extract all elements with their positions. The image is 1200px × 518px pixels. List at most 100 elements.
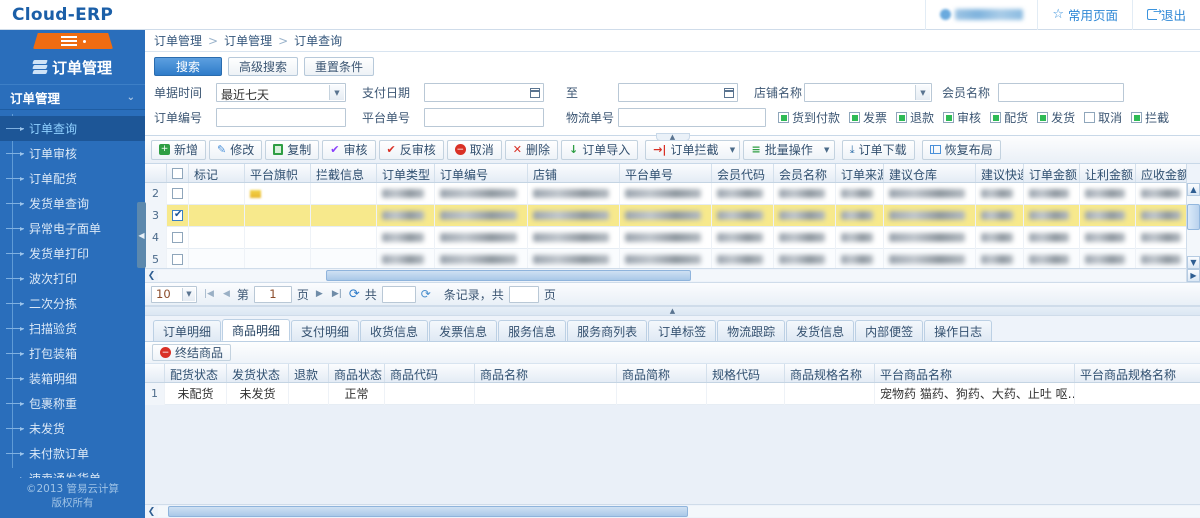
tab-2[interactable]: 支付明细 (291, 320, 360, 341)
scroll-right-corner[interactable]: ▶ (1187, 269, 1200, 282)
detail-column-header-2[interactable]: 发货状态 (227, 364, 289, 382)
toolbar-button-2[interactable]: 复制 (265, 139, 320, 160)
checkbox-icon[interactable] (943, 112, 955, 123)
logout-button[interactable]: 退出 (1131, 0, 1200, 30)
sidebar-item-12[interactable]: 未发货 (0, 416, 145, 441)
vertical-scroll-track[interactable] (1187, 196, 1200, 256)
sidebar-item-9[interactable]: 打包装箱 (0, 341, 145, 366)
sidebar-item-6[interactable]: 波次打印 (0, 266, 145, 291)
page-size-select[interactable]: 10 ▼ (151, 285, 197, 303)
scroll-down-arrow[interactable]: ▼ (1187, 256, 1200, 269)
toolbar-button-4[interactable]: ✔ 反审核 (378, 139, 444, 160)
tab-0[interactable]: 订单明细 (153, 320, 222, 341)
table-row[interactable]: 4 (145, 226, 1186, 249)
prev-page-button[interactable]: ◀ (221, 289, 232, 299)
horizontal-scroll-track[interactable] (158, 270, 1186, 281)
table-cell[interactable]: ✔ (167, 204, 189, 227)
detail-column-header-11[interactable]: 平台商品规格名称 (1075, 364, 1200, 382)
detail-column-header-7[interactable]: 商品简称 (617, 364, 707, 382)
detail-column-header-0[interactable] (145, 364, 165, 382)
pay-date-input[interactable] (424, 83, 544, 102)
tab-6[interactable]: 服务商列表 (567, 320, 648, 341)
checkbox-icon[interactable] (849, 112, 861, 123)
toolbar-button-0[interactable]: + 新增 (151, 139, 207, 160)
search-panel-collapse-handle[interactable]: ▲ (655, 133, 690, 141)
row-checkbox[interactable] (172, 254, 183, 265)
filter-checkbox-3[interactable]: 审核 (943, 109, 981, 126)
breadcrumb-item-1[interactable]: 订单管理 (224, 32, 272, 49)
sidebar-item-5[interactable]: 发货单打印 (0, 241, 145, 266)
row-checkbox[interactable] (172, 232, 183, 243)
grid-column-header-0[interactable] (145, 164, 167, 182)
sidebar-item-10[interactable]: 装箱明细 (0, 366, 145, 391)
sidebar-item-11[interactable]: 包裹称重 (0, 391, 145, 416)
checkbox-icon[interactable] (1084, 112, 1096, 123)
toolbar-button-8[interactable]: →| 订单拦截 (645, 139, 726, 160)
filter-checkbox-5[interactable]: 发货 (1037, 109, 1075, 126)
last-page-button[interactable]: ▶| (330, 289, 344, 299)
select-all-checkbox[interactable] (172, 167, 183, 179)
table-row[interactable]: 2 (145, 183, 1186, 205)
sidebar-item-4[interactable]: 异常电子面单 (0, 216, 145, 241)
table-cell[interactable] (167, 183, 189, 205)
grid-column-header-7[interactable]: 店铺 (528, 164, 620, 182)
grid-column-header-12[interactable]: 建议仓库 (884, 164, 976, 182)
page-number-input[interactable]: 1 (253, 285, 292, 303)
detail-column-header-1[interactable]: 配货状态 (165, 364, 227, 382)
shop-name-select[interactable]: ▼ (804, 83, 932, 102)
first-page-button[interactable]: |◀ (202, 289, 216, 299)
checkbox-icon[interactable] (896, 112, 908, 123)
table-row[interactable]: 5 (145, 248, 1186, 268)
logistics-no-input[interactable] (618, 108, 766, 127)
filter-checkbox-6[interactable]: 取消 (1084, 109, 1122, 126)
terminate-product-button[interactable]: − 终结商品 (152, 344, 232, 361)
to-date-input[interactable] (618, 83, 738, 102)
detail-column-header-6[interactable]: 商品名称 (475, 364, 617, 382)
toolbar-dropdown-arrow-8[interactable]: ▼ (725, 139, 741, 160)
tab-9[interactable]: 发货信息 (786, 320, 855, 341)
horizontal-scroll-thumb[interactable] (326, 270, 691, 281)
platform-no-input[interactable] (424, 108, 544, 127)
order-no-input[interactable] (216, 108, 346, 127)
table-row[interactable]: 3 ✔ (145, 204, 1186, 227)
row-checkbox[interactable] (172, 188, 183, 199)
grid-column-header-14[interactable]: 订单金额 (1024, 164, 1080, 182)
search-button[interactable]: 搜索 (154, 57, 222, 76)
scroll-left-arrow[interactable]: ❮ (145, 505, 158, 518)
grid-column-header-15[interactable]: 让利金额 (1080, 164, 1136, 182)
toolbar-button-10[interactable]: ⤓ 订单下载 (841, 139, 915, 160)
grid-column-header-1[interactable] (167, 164, 189, 182)
tab-7[interactable]: 订单标签 (648, 320, 717, 341)
toolbar-button-11[interactable]: 恢复布局 (921, 139, 1001, 160)
toolbar-dropdown-arrow-9[interactable]: ▼ (819, 139, 835, 160)
grid-column-header-5[interactable]: 订单类型 (377, 164, 435, 182)
grid-column-header-11[interactable]: 订单来源 (836, 164, 884, 182)
sidebar-item-7[interactable]: 二次分拣 (0, 291, 145, 316)
toolbar-button-9[interactable]: ≡ 批量操作 (743, 139, 820, 160)
sidebar-item-2[interactable]: 订单配货 (0, 166, 145, 191)
app-logo[interactable]: Cloud-ERP (0, 0, 145, 30)
checkbox-icon[interactable] (990, 112, 1002, 123)
filter-checkbox-7[interactable]: 拦截 (1131, 109, 1169, 126)
toolbar-button-7[interactable]: ↓ 订单导入 (560, 139, 639, 160)
detail-column-header-10[interactable]: 平台商品名称 (875, 364, 1075, 382)
tab-4[interactable]: 发票信息 (429, 320, 498, 341)
row-checkbox[interactable]: ✔ (172, 209, 183, 221)
favorites-button[interactable]: ☆ 常用页面 (1037, 0, 1132, 30)
detail-column-header-8[interactable]: 规格代码 (707, 364, 785, 382)
filter-checkbox-2[interactable]: 退款 (896, 109, 934, 126)
tab-3[interactable]: 收货信息 (360, 320, 429, 341)
advanced-search-button[interactable]: 高级搜索 (228, 57, 299, 76)
sidebar-item-8[interactable]: 扫描验货 (0, 316, 145, 341)
sidebar-item-1[interactable]: 订单审核 (0, 141, 145, 166)
grid-column-header-4[interactable]: 拦截信息 (311, 164, 377, 182)
sidebar-item-0[interactable]: 订单查询 (0, 116, 145, 141)
grid-column-header-9[interactable]: 会员代码 (712, 164, 774, 182)
grid-column-header-13[interactable]: 建议快递 (976, 164, 1024, 182)
toolbar-button-5[interactable]: − 取消 (446, 139, 502, 160)
detail-column-header-3[interactable]: 退款 (289, 364, 329, 382)
detail-column-header-9[interactable]: 商品规格名称 (785, 364, 875, 382)
panel-splitter[interactable]: ▲ (145, 306, 1200, 316)
grid-column-header-10[interactable]: 会员名称 (774, 164, 836, 182)
table-cell[interactable] (167, 248, 189, 268)
